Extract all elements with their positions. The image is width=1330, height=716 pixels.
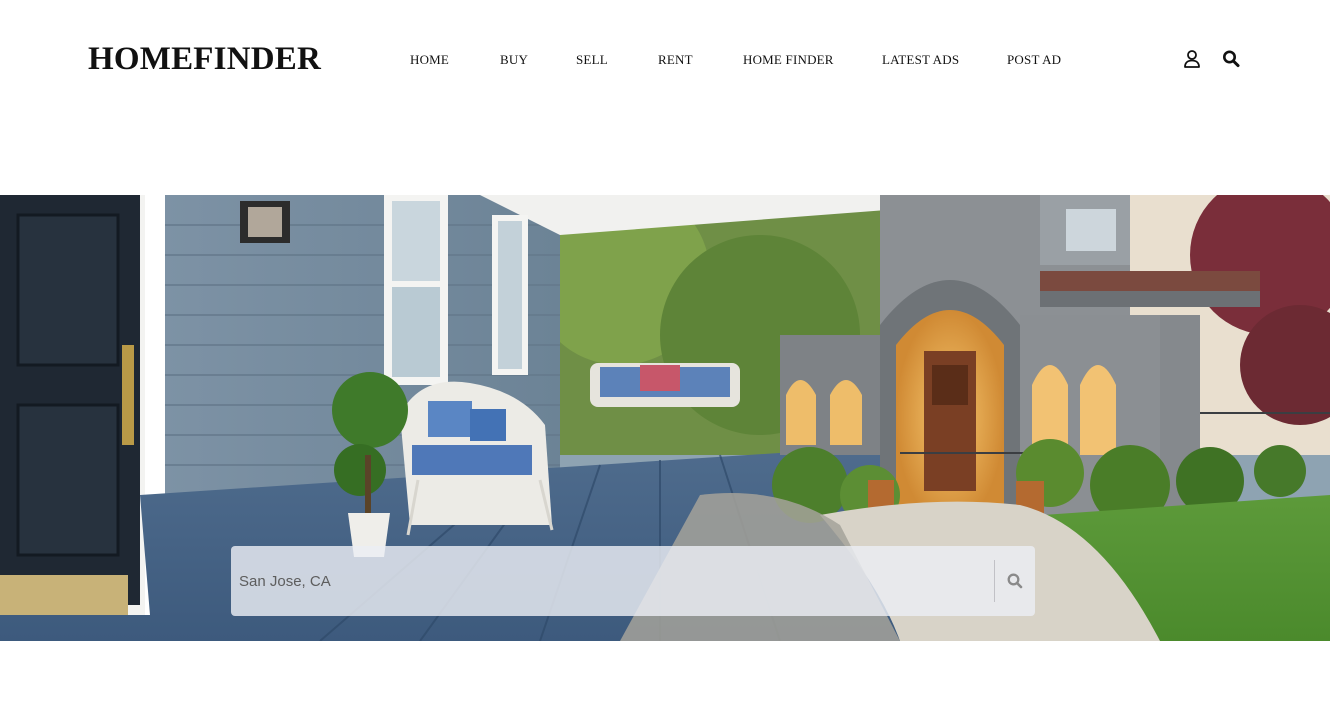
nav-rent[interactable]: RENT xyxy=(658,50,693,70)
nav-sell[interactable]: SELL xyxy=(576,50,608,70)
main-nav: HOME BUY SELL RENT HOME FINDER LATEST AD… xyxy=(0,50,1330,70)
search-icon xyxy=(1007,573,1023,589)
nav-home-finder[interactable]: HOME FINDER xyxy=(743,50,834,70)
nav-buy[interactable]: BUY xyxy=(500,50,528,70)
search-submit-button[interactable] xyxy=(995,546,1035,616)
nav-home[interactable]: HOME xyxy=(410,50,449,70)
search-icon[interactable] xyxy=(1221,48,1241,70)
location-search-bar xyxy=(231,546,1035,616)
nav-latest-ads[interactable]: LATEST ADS xyxy=(882,50,959,70)
user-icon[interactable] xyxy=(1182,48,1202,70)
nav-post-ad[interactable]: POST AD xyxy=(1007,50,1061,70)
site-header: HOMEFINDER HOME BUY SELL RENT HOME FINDE… xyxy=(0,0,1330,120)
location-search-input[interactable] xyxy=(231,546,993,616)
